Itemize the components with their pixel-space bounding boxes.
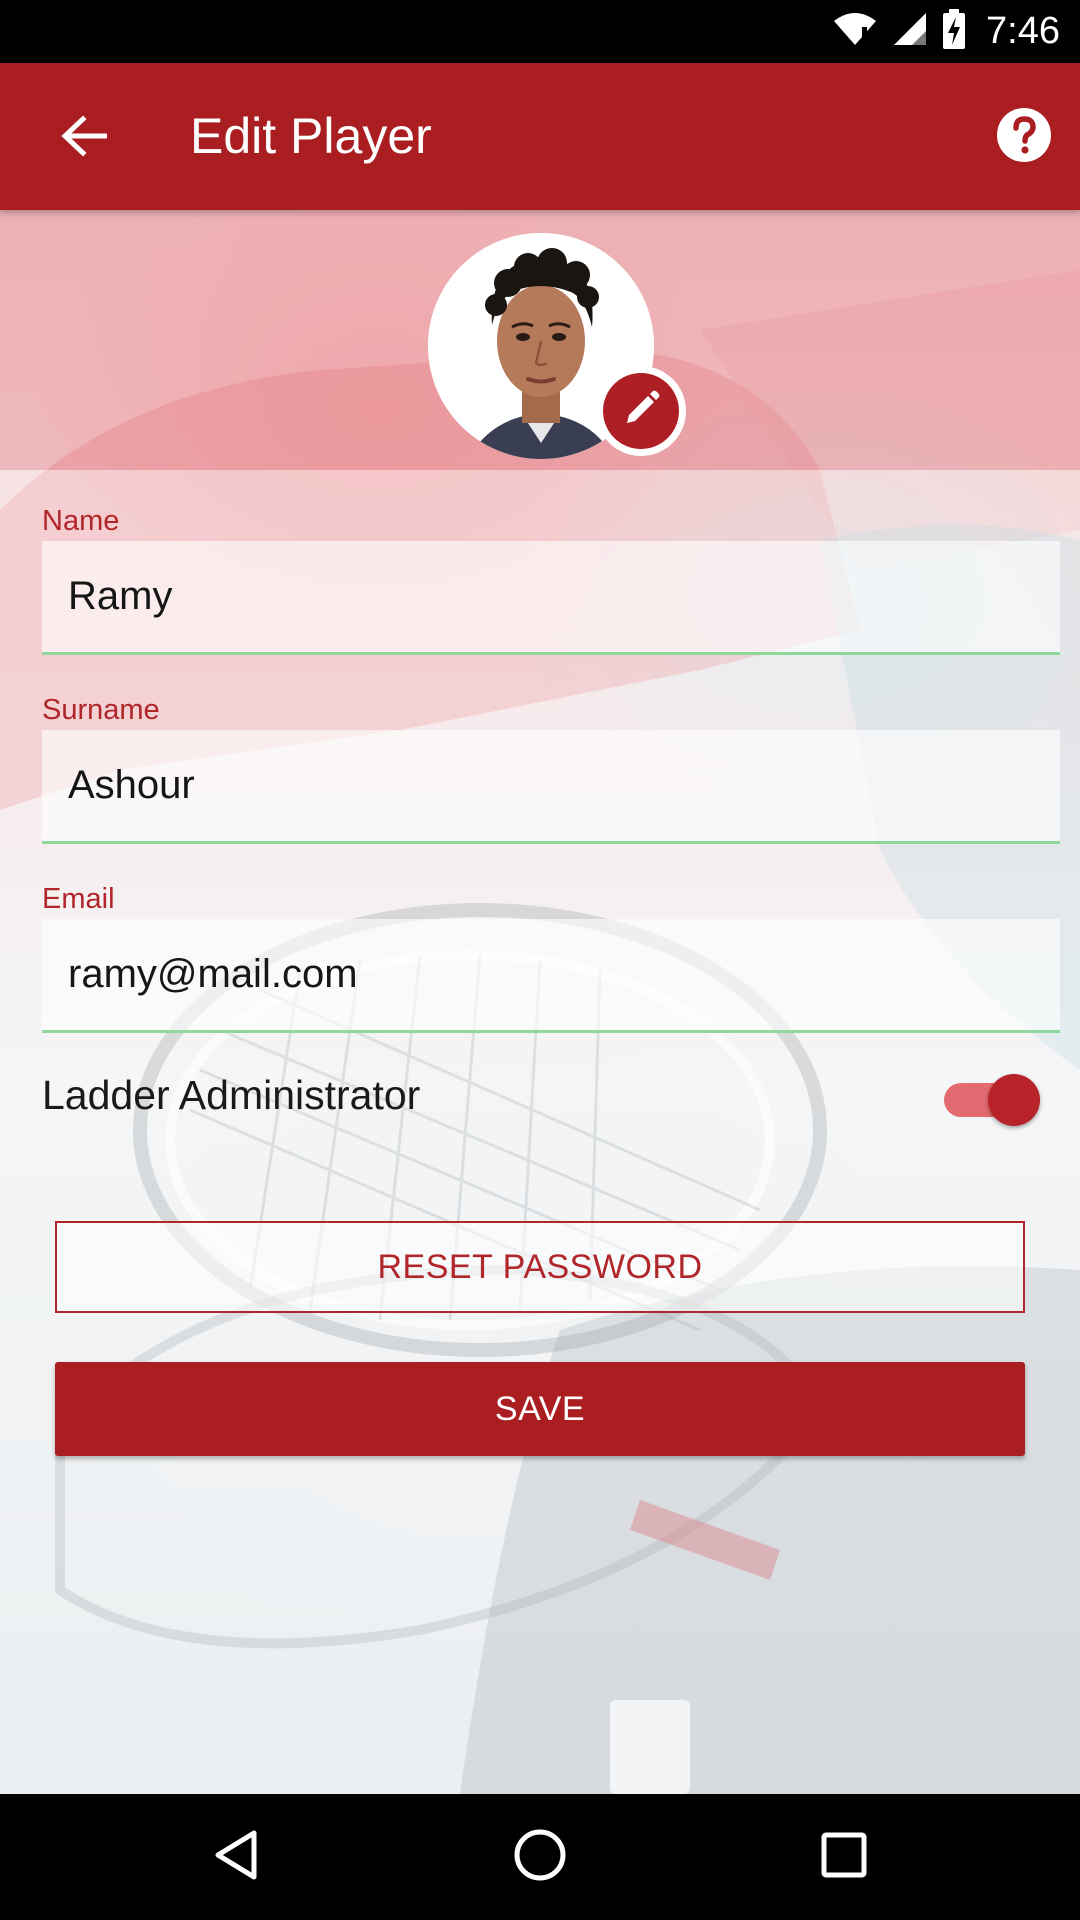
background-overlay xyxy=(0,470,1080,1794)
page-title: Edit Player xyxy=(190,108,432,164)
name-field-container xyxy=(42,541,1060,655)
battery-charging-icon xyxy=(942,9,966,54)
surname-field[interactable] xyxy=(42,730,1060,841)
email-field[interactable] xyxy=(42,919,1060,1030)
arrow-left-icon xyxy=(61,114,108,162)
name-field[interactable] xyxy=(42,541,1060,652)
status-icons: 7:46 xyxy=(832,0,1060,63)
home-circle-icon xyxy=(513,1828,567,1887)
ladder-admin-toggle[interactable] xyxy=(944,1074,1040,1126)
ladder-admin-label: Ladder Administrator xyxy=(42,1072,421,1118)
help-button[interactable] xyxy=(994,107,1054,167)
email-label: Email xyxy=(42,883,115,915)
back-triangle-icon xyxy=(212,1829,260,1886)
nav-home-button[interactable] xyxy=(500,1817,580,1897)
surname-field-container xyxy=(42,730,1060,844)
cell-signal-icon xyxy=(892,11,928,52)
reset-password-button[interactable]: RESET PASSWORD xyxy=(55,1221,1025,1313)
email-field-container xyxy=(42,919,1060,1033)
help-circle-icon xyxy=(996,107,1052,168)
edit-photo-button[interactable] xyxy=(596,366,686,456)
system-nav-bar xyxy=(0,1794,1080,1920)
wifi-icon xyxy=(832,11,878,52)
back-button[interactable] xyxy=(44,103,124,173)
recents-square-icon xyxy=(820,1831,868,1884)
name-label: Name xyxy=(42,505,120,537)
app-toolbar: Edit Player xyxy=(0,63,1080,210)
status-time: 7:46 xyxy=(986,10,1060,52)
save-button[interactable]: SAVE xyxy=(55,1362,1025,1456)
pencil-icon xyxy=(621,389,661,434)
toggle-thumb xyxy=(988,1074,1040,1126)
nav-recents-button[interactable] xyxy=(804,1817,884,1897)
status-bar: 7:46 xyxy=(0,0,1080,63)
surname-label: Surname xyxy=(42,694,160,726)
nav-back-button[interactable] xyxy=(196,1817,276,1897)
edit-photo-button-inner xyxy=(603,373,679,449)
